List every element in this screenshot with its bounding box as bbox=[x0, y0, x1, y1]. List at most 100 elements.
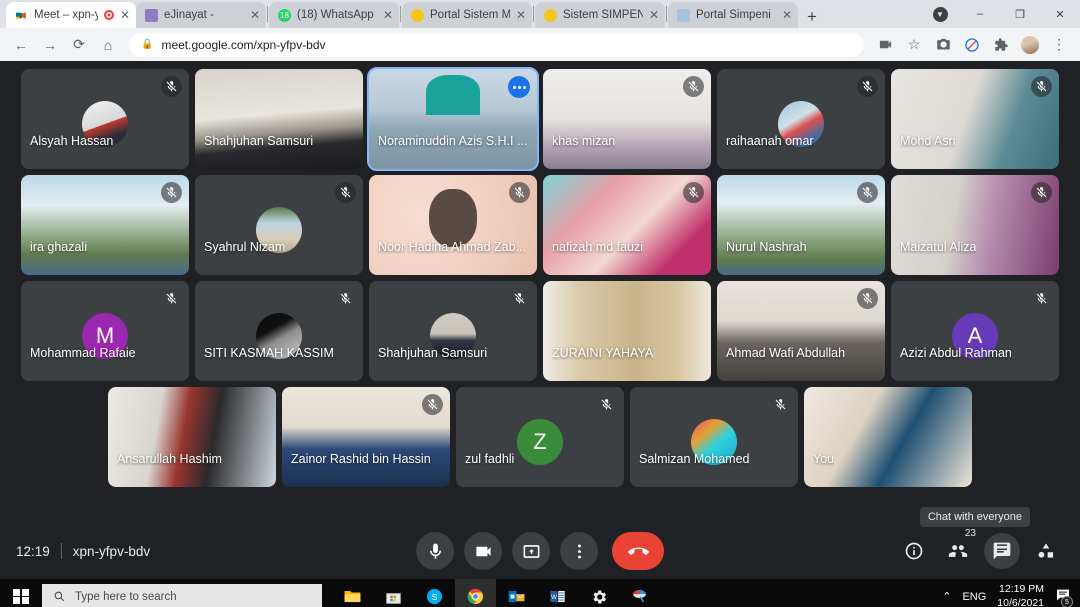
participant-tile[interactable]: Shahjuhan Samsuri bbox=[369, 281, 537, 381]
taskbar-app-skype[interactable]: S bbox=[414, 579, 455, 607]
tab-close-icon[interactable]: ✕ bbox=[649, 9, 659, 21]
participant-name: ZURAINI YAHAYA bbox=[552, 346, 654, 360]
participant-tile[interactable]: nafizah md fauzi bbox=[543, 175, 711, 275]
participants-button[interactable]: 23 bbox=[940, 528, 976, 569]
mic-muted-icon bbox=[596, 394, 617, 415]
browser-tab-4[interactable]: Sistem SIMPENI ✕ bbox=[535, 2, 665, 28]
participant-tile[interactable]: M Mohammad Rafaie bbox=[21, 281, 189, 381]
browser-tab-label: eJinayat - bbox=[164, 9, 214, 21]
browser-tab-0[interactable]: Meet – xpn-yfp ✕ bbox=[6, 2, 136, 28]
taskbar-app-microsoft-store[interactable] bbox=[373, 579, 414, 607]
bookmark-star-icon[interactable]: ☆ bbox=[901, 32, 927, 58]
tray-expand-icon[interactable]: ⌃ bbox=[942, 590, 951, 603]
back-icon[interactable]: ← bbox=[8, 32, 34, 58]
participant-tile[interactable]: Shahjuhan Samsuri bbox=[195, 69, 363, 169]
tab-close-icon[interactable]: ✕ bbox=[782, 9, 792, 21]
browser-tab-3[interactable]: Portal Sistem Maklu ✕ bbox=[402, 2, 532, 28]
participant-tile[interactable]: raihaanah omar bbox=[717, 69, 885, 169]
notifications-button[interactable]: 5 bbox=[1055, 587, 1073, 607]
tab-close-icon[interactable]: ✕ bbox=[250, 9, 260, 21]
extensions-puzzle-icon[interactable] bbox=[988, 32, 1014, 58]
meeting-code: xpn-yfpv-bdv bbox=[72, 543, 151, 559]
chrome-update-icon[interactable]: ▼ bbox=[920, 6, 960, 22]
taskbar-search-input[interactable]: Type here to search bbox=[42, 583, 322, 607]
participant-tile[interactable]: ZURAINI YAHAYA bbox=[543, 281, 711, 381]
microphone-button[interactable] bbox=[416, 532, 454, 570]
search-placeholder: Type here to search bbox=[75, 590, 177, 603]
meeting-time: 12:19 bbox=[16, 543, 50, 559]
participant-tile[interactable]: ira ghazali bbox=[21, 175, 189, 275]
screenshot-camera-icon[interactable] bbox=[930, 32, 956, 58]
meeting-side-controls: 23 Chat with everyone bbox=[896, 507, 1064, 569]
meeting-details-button[interactable] bbox=[896, 533, 932, 569]
browser-tab-strip: Meet – xpn-yfp ✕ eJinayat - ✕ 18 (18) Wh… bbox=[0, 0, 1080, 28]
profile-avatar[interactable] bbox=[1017, 32, 1043, 58]
leave-call-button[interactable] bbox=[612, 532, 664, 570]
address-bar[interactable]: 🔒 meet.google.com/xpn-yfpv-bdv bbox=[129, 32, 864, 57]
more-options-button[interactable] bbox=[560, 532, 598, 570]
participant-tile[interactable]: Maizatul Aliza bbox=[891, 175, 1059, 275]
microsoft-store-icon bbox=[386, 593, 401, 604]
taskbar-app-file-explorer[interactable] bbox=[332, 579, 373, 607]
activities-button[interactable] bbox=[1028, 533, 1064, 569]
video-call-icon[interactable] bbox=[872, 32, 898, 58]
participant-tile[interactable]: Zainor Rashid bin Hassin bbox=[282, 387, 450, 487]
video-grid-row: ira ghazali Syahrul Nizam Noor Hadina Ah… bbox=[10, 175, 1070, 275]
maximize-button[interactable]: ❐ bbox=[1000, 8, 1040, 21]
participant-tile[interactable]: A Azizi Abdul Rahman bbox=[891, 281, 1059, 381]
taskbar-app-google-chrome[interactable] bbox=[455, 579, 496, 607]
present-button[interactable] bbox=[512, 532, 550, 570]
participant-tile[interactable]: Nurul Nashrah bbox=[717, 175, 885, 275]
more-options-icon[interactable] bbox=[508, 76, 530, 98]
participant-tile-spotlight[interactable]: Noraminuddin Azis S.H.I ... bbox=[367, 67, 539, 171]
divider bbox=[60, 543, 62, 559]
tab-close-icon[interactable]: ✕ bbox=[383, 9, 393, 21]
browser-tab-label: (18) WhatsApp bbox=[297, 9, 374, 21]
participant-tile[interactable]: Z zul fadhli bbox=[456, 387, 624, 487]
tile-background bbox=[543, 281, 711, 381]
participant-tile[interactable]: Mohd Asri bbox=[891, 69, 1059, 169]
participant-tile[interactable]: Ahmad Wafi Abdullah bbox=[717, 281, 885, 381]
participant-tile[interactable]: Syahrul Nizam bbox=[195, 175, 363, 275]
mic-muted-icon bbox=[509, 288, 530, 309]
participant-tile[interactable]: Alsyah Hassan bbox=[21, 69, 189, 169]
taskbar-app-word[interactable]: W bbox=[537, 579, 578, 607]
participant-tile[interactable]: SITI KASMAH KASSIM bbox=[195, 281, 363, 381]
participant-tile[interactable]: khas mizan bbox=[543, 69, 711, 169]
minimize-button[interactable]: – bbox=[960, 8, 1000, 20]
language-indicator[interactable]: ENG bbox=[962, 591, 986, 603]
start-button[interactable] bbox=[0, 579, 42, 607]
browser-tab-5[interactable]: Portal Simpeni ✕ bbox=[668, 2, 798, 28]
mic-muted-icon bbox=[683, 182, 704, 203]
participant-name: Mohammad Rafaie bbox=[30, 346, 136, 360]
mic-muted-icon bbox=[1031, 182, 1052, 203]
mic-muted-icon bbox=[857, 182, 878, 203]
system-tray: ⌃ ENG 12:19 PM 10/6/2021 5 bbox=[942, 583, 1080, 607]
taskbar-app-paint[interactable] bbox=[619, 579, 660, 607]
browser-tab-1[interactable]: eJinayat - ✕ bbox=[136, 2, 266, 28]
reload-icon[interactable]: ⟳ bbox=[66, 32, 92, 58]
new-tab-button[interactable]: + bbox=[798, 8, 826, 28]
browser-toolbar: ← → ⟳ ⌂ 🔒 meet.google.com/xpn-yfpv-bdv ☆… bbox=[0, 28, 1080, 61]
jata-icon bbox=[544, 8, 557, 22]
taskbar-app-outlook[interactable] bbox=[496, 579, 537, 607]
forward-icon[interactable]: → bbox=[37, 32, 63, 58]
chat-button[interactable] bbox=[984, 533, 1020, 569]
chrome-menu-icon[interactable]: ⋮ bbox=[1046, 32, 1072, 58]
close-window-button[interactable]: ✕ bbox=[1040, 8, 1080, 21]
tab-close-icon[interactable]: ✕ bbox=[516, 9, 526, 21]
taskbar-app-settings[interactable] bbox=[578, 579, 619, 607]
participant-tile-self[interactable]: You bbox=[804, 387, 972, 487]
notification-count: 5 bbox=[1061, 596, 1073, 607]
participant-tile[interactable]: Salmizan Mohamed bbox=[630, 387, 798, 487]
tab-close-icon[interactable]: ✕ bbox=[120, 9, 130, 21]
participant-tile[interactable]: Ansarullah Hashim bbox=[108, 387, 276, 487]
browser-tab-2[interactable]: 18 (18) WhatsApp ✕ bbox=[269, 2, 399, 28]
taskbar-clock[interactable]: 12:19 PM 10/6/2021 bbox=[997, 583, 1044, 607]
browser-tab-label: Portal Sistem Maklu bbox=[430, 9, 510, 21]
camera-button[interactable] bbox=[464, 532, 502, 570]
participant-tile[interactable]: Noor Hadina Ahmad Zab... bbox=[369, 175, 537, 275]
home-icon[interactable]: ⌂ bbox=[95, 32, 121, 58]
block-icon[interactable] bbox=[959, 32, 985, 58]
skype-icon: S bbox=[426, 588, 443, 605]
